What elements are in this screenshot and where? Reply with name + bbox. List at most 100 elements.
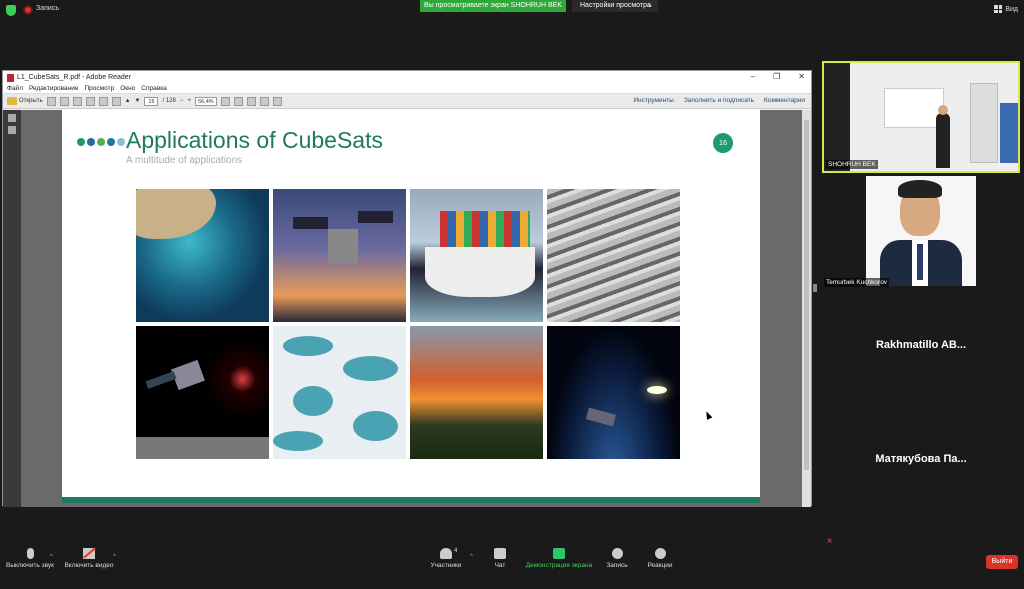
- menu-bar: Файл Редактирование Просмотр Окно Справк…: [3, 84, 811, 94]
- window-title: L1_CubeSats_R.pdf - Adobe Reader: [17, 74, 132, 81]
- fit-page-icon[interactable]: [220, 96, 230, 106]
- pdf-slide: Applications of CubeSats A multitude of …: [62, 109, 760, 503]
- record-button[interactable]: Запись: [604, 548, 630, 569]
- dot-icon: [87, 138, 95, 146]
- chat-label: Чат: [494, 562, 506, 569]
- fill-sign-link[interactable]: Заполнить и подписать: [684, 97, 754, 104]
- menu-window[interactable]: Окно: [120, 85, 135, 92]
- microphone-icon: [26, 548, 34, 559]
- resize-handle[interactable]: [813, 284, 817, 292]
- logo-dots: [77, 138, 125, 146]
- presenter-video-tile[interactable]: SHOHRUH BEK: [822, 61, 1020, 173]
- chat-icon: [494, 548, 506, 559]
- cubesat-space-image: [136, 326, 269, 459]
- dot-icon: [97, 138, 105, 146]
- forest-fire-image: [410, 326, 543, 459]
- comments-link[interactable]: Комментарии: [764, 97, 805, 104]
- caret-up-icon[interactable]: ^: [113, 554, 116, 560]
- menu-view[interactable]: Просмотр: [85, 85, 115, 92]
- reactions-icon: [654, 548, 666, 559]
- highlight-icon[interactable]: [259, 96, 269, 106]
- share-banner: Вы просматриваете экран SHOHRUH BEK: [420, 0, 566, 12]
- participant-tile[interactable]: Матякубова Па... ✕: [822, 412, 1020, 545]
- slide-title: Applications of CubeSats: [126, 127, 383, 153]
- view-button[interactable]: Вид: [994, 5, 1018, 13]
- participant-name: Temurbek Kuchkorov: [824, 278, 890, 287]
- zoom-out-icon[interactable]: −: [180, 98, 184, 104]
- prev-page-icon[interactable]: ▲: [125, 98, 131, 104]
- pages-icon[interactable]: [8, 114, 16, 122]
- save-icon[interactable]: [85, 96, 95, 106]
- open-button[interactable]: Открыть: [7, 97, 43, 105]
- reactions-button[interactable]: Реакции: [644, 548, 676, 569]
- participants-icon: [440, 548, 452, 559]
- email-icon[interactable]: [111, 96, 121, 106]
- view-options-button[interactable]: Настройки просмотра ⌄: [572, 0, 658, 12]
- menu-file[interactable]: Файл: [7, 85, 23, 92]
- chevron-down-icon: ⌄: [647, 2, 653, 9]
- page-total: / 128: [162, 98, 176, 104]
- menu-edit[interactable]: Редактирование: [29, 85, 79, 92]
- menu-help[interactable]: Справка: [141, 85, 167, 92]
- dot-icon: [117, 138, 125, 146]
- participants-button[interactable]: Участники: [428, 548, 464, 569]
- minimize-icon[interactable]: –: [751, 72, 755, 81]
- comment-icon[interactable]: [246, 96, 256, 106]
- next-page-icon[interactable]: ▼: [135, 98, 141, 104]
- slide-footer-bar: [62, 497, 760, 503]
- shield-icon[interactable]: [6, 5, 16, 16]
- toolbar: Открыть ▲ ▼ 16 / 128 − + 56,4% Инструмен…: [3, 94, 811, 109]
- zoom-input[interactable]: 56,4%: [194, 96, 217, 106]
- view-options-label: Настройки просмотра: [580, 2, 651, 9]
- reactions-label: Реакции: [647, 562, 673, 569]
- page-number-badge: 16: [713, 133, 733, 153]
- dot-icon: [107, 138, 115, 146]
- create-icon[interactable]: [46, 96, 56, 106]
- record-label: Запись: [606, 562, 628, 569]
- dot-icon: [77, 138, 85, 146]
- participant-video-tile[interactable]: [866, 176, 976, 286]
- mute-button[interactable]: Выключить звук: [4, 548, 56, 569]
- slide-subtitle: A multitude of applications: [126, 155, 243, 166]
- sea-ice-image: [273, 326, 406, 459]
- caret-up-icon[interactable]: ^: [50, 554, 53, 560]
- attachment-icon[interactable]: [8, 126, 16, 134]
- cloud-icon[interactable]: [72, 96, 82, 106]
- zoom-in-icon[interactable]: +: [187, 98, 191, 104]
- tools-link[interactable]: Инструменты: [633, 97, 674, 104]
- share-screen-button[interactable]: Демонстрация экрана: [524, 548, 594, 569]
- share-screen-label: Демонстрация экрана: [525, 562, 593, 569]
- parking-lot-image: [547, 189, 680, 322]
- coastline-image: [136, 189, 269, 322]
- print-icon[interactable]: [98, 96, 108, 106]
- fullscreen-icon[interactable]: [272, 96, 282, 106]
- participant-tile[interactable]: Rakhmatillo AB... ✕: [822, 298, 1020, 431]
- video-button[interactable]: Включить видео: [62, 547, 116, 569]
- vertical-scrollbar[interactable]: [802, 110, 811, 507]
- navigation-panel: [3, 110, 21, 507]
- projector-screen: [884, 88, 944, 128]
- chat-button[interactable]: Чат: [488, 548, 512, 569]
- record-icon: [611, 548, 623, 559]
- caret-up-icon[interactable]: ^: [470, 554, 473, 560]
- edit-icon[interactable]: [59, 96, 69, 106]
- close-icon[interactable]: ✕: [798, 72, 805, 81]
- mute-label: Выключить звук: [5, 562, 55, 569]
- video-label: Включить видео: [64, 562, 114, 569]
- leave-meeting-button[interactable]: Выйти: [986, 555, 1018, 569]
- window-titlebar: L1_CubeSats_R.pdf - Adobe Reader – ❐ ✕: [3, 71, 811, 84]
- maximize-icon[interactable]: ❐: [773, 72, 780, 81]
- participants-count: 4: [454, 548, 458, 554]
- record-label: Запись: [36, 5, 59, 12]
- zoom-top-bar: Запись Вы просматриваете экран SHOHRUH B…: [0, 0, 1024, 20]
- share-screen-icon: [553, 548, 565, 559]
- muted-mic-icon: ✕: [826, 538, 833, 545]
- earth-orbit-image: [547, 326, 680, 459]
- record-icon: [23, 5, 33, 15]
- pdf-icon: [7, 73, 14, 82]
- presenter-name: SHOHRUH BEK: [826, 160, 878, 169]
- participants-label: Участники: [430, 562, 462, 569]
- page-number-input[interactable]: 16: [144, 96, 159, 106]
- fit-width-icon[interactable]: [233, 96, 243, 106]
- meeting-controls-bar: Выключить звук ^ Включить видео ^ Участн…: [0, 544, 1024, 576]
